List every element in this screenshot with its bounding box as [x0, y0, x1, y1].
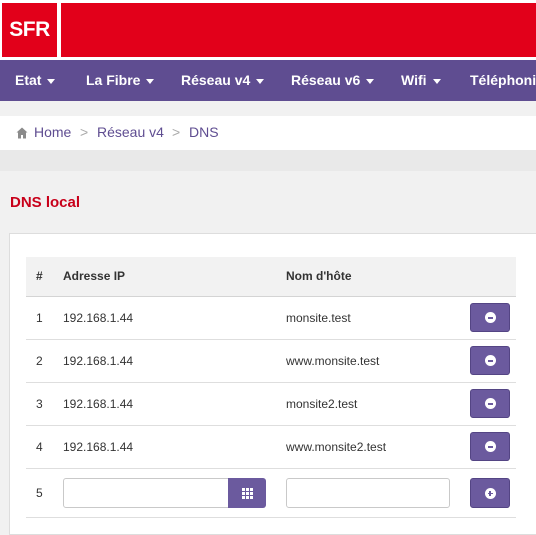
nav-item-label: Réseau v6	[291, 72, 361, 88]
caret-down-icon	[256, 78, 265, 84]
breadcrumb-separator: >	[80, 124, 89, 140]
nav-item-label: La Fibre	[86, 72, 141, 88]
minus-circle-icon	[484, 355, 496, 366]
table-row: 2 192.168.1.44 www.monsite.test	[26, 340, 516, 383]
minus-circle-icon	[484, 312, 496, 323]
add-entry-button[interactable]	[470, 478, 510, 508]
table-row: 3 192.168.1.44 monsite2.test	[26, 383, 516, 426]
nav-item-la-fibre[interactable]: La Fibre	[86, 60, 155, 101]
divider	[0, 150, 536, 171]
plus-circle-icon	[484, 487, 496, 499]
main-nav: Etat La Fibre Réseau v4 Réseau v6 Wifi T…	[0, 60, 536, 101]
row-hostname: www.monsite.test	[286, 354, 380, 368]
table-row: 4 192.168.1.44 www.monsite2.test	[26, 426, 516, 469]
row-index: 4	[36, 440, 43, 454]
row-ip: 192.168.1.44	[63, 397, 134, 411]
column-header-index: #	[36, 269, 43, 283]
remove-entry-button[interactable]	[470, 432, 510, 461]
nav-item-telephonie[interactable]: Téléphonie	[470, 60, 536, 101]
nav-item-label: Wifi	[401, 72, 427, 88]
nav-item-reseau-v6[interactable]: Réseau v6	[291, 60, 375, 101]
row-index: 5	[36, 486, 43, 500]
column-header-ip: Adresse IP	[63, 269, 126, 283]
hostname-input[interactable]	[286, 478, 450, 508]
nav-item-label: Téléphonie	[470, 72, 536, 88]
remove-entry-button[interactable]	[470, 303, 510, 332]
caret-down-icon	[366, 78, 375, 84]
column-header-hostname: Nom d'hôte	[286, 269, 352, 283]
caret-down-icon	[47, 78, 56, 84]
grid-icon	[241, 487, 253, 499]
header: SFR	[0, 0, 536, 60]
nav-item-label: Réseau v4	[181, 72, 251, 88]
ip-picker-button[interactable]	[228, 478, 266, 508]
remove-entry-button[interactable]	[470, 389, 510, 418]
ip-address-input[interactable]	[63, 478, 229, 508]
table-row: 1 192.168.1.44 monsite.test	[26, 297, 516, 340]
home-icon	[16, 127, 28, 139]
row-index: 2	[36, 354, 43, 368]
breadcrumb-separator: >	[172, 124, 181, 140]
nav-item-label: Etat	[15, 72, 42, 88]
nav-item-etat[interactable]: Etat	[15, 60, 56, 101]
breadcrumb: Home > Réseau v4 > DNS	[0, 116, 536, 150]
section-title: DNS local	[10, 194, 81, 211]
caret-down-icon	[146, 78, 155, 84]
row-index: 3	[36, 397, 43, 411]
nav-item-wifi[interactable]: Wifi	[401, 60, 441, 101]
breadcrumb-dns: DNS	[189, 124, 219, 140]
table-header: # Adresse IP Nom d'hôte	[26, 257, 516, 297]
header-banner	[61, 3, 536, 57]
row-hostname: monsite.test	[286, 311, 351, 325]
breadcrumb-home[interactable]: Home	[34, 124, 71, 140]
caret-down-icon	[432, 78, 441, 84]
row-ip: 192.168.1.44	[63, 311, 134, 325]
minus-circle-icon	[484, 441, 496, 452]
minus-circle-icon	[484, 398, 496, 409]
row-index: 1	[36, 311, 43, 325]
row-ip: 192.168.1.44	[63, 354, 134, 368]
row-ip: 192.168.1.44	[63, 440, 134, 454]
row-hostname: www.monsite2.test	[286, 440, 387, 454]
breadcrumb-reseau-v4[interactable]: Réseau v4	[97, 124, 164, 140]
row-hostname: monsite2.test	[286, 397, 358, 411]
sfr-logo[interactable]: SFR	[2, 3, 57, 57]
nav-item-reseau-v4[interactable]: Réseau v4	[181, 60, 265, 101]
new-entry-row: 5	[26, 469, 516, 518]
remove-entry-button[interactable]	[470, 346, 510, 375]
